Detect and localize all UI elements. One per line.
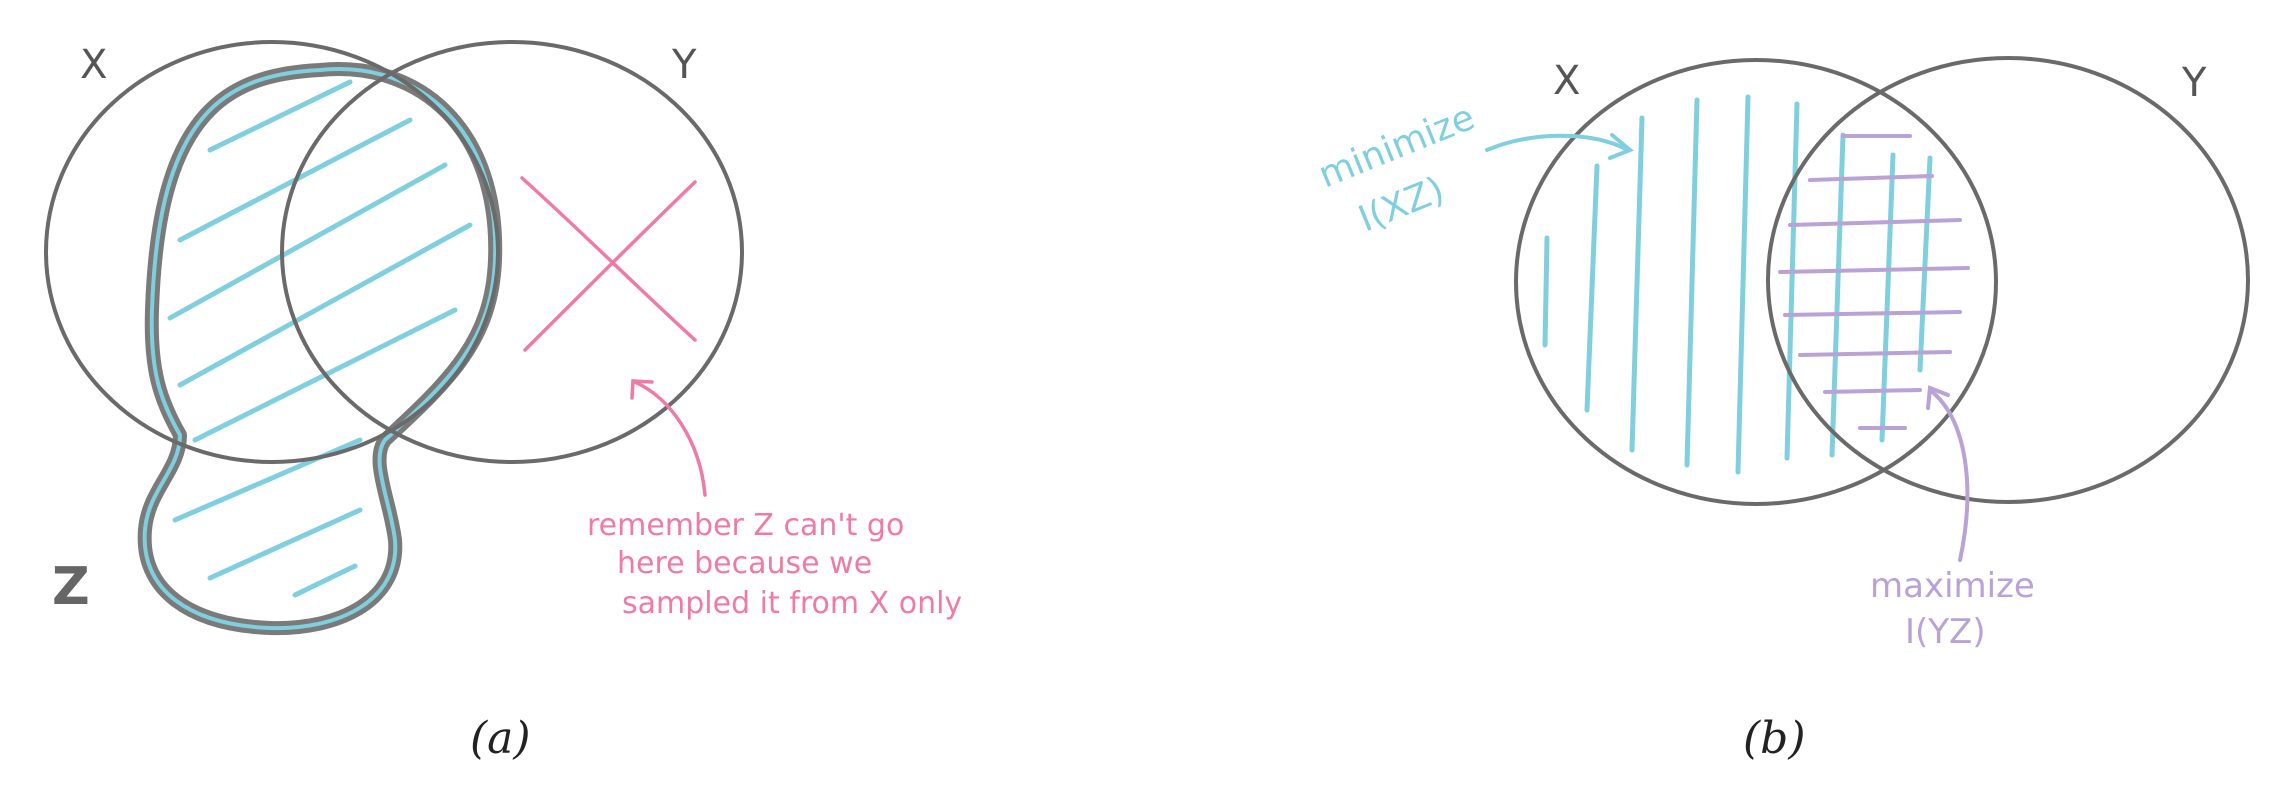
set-x-label-b: X — [1553, 58, 1580, 104]
panel-b: X Y minimize I(XZ) maximize I(YZ) (b) — [1313, 56, 2250, 764]
z-hatching — [167, 79, 473, 598]
set-y-label: Y — [671, 42, 697, 88]
maximize-label: maximize — [1870, 566, 2035, 606]
minimize-label: minimize — [1313, 97, 1480, 196]
forbidden-cross-mark — [520, 176, 697, 352]
note-line-3: sampled it from X only — [622, 586, 962, 621]
minimize-annotation: minimize I(XZ) — [1313, 97, 1634, 240]
z-blob-shadow — [137, 62, 503, 636]
set-y-label-b: Y — [2181, 60, 2207, 106]
intersection-hatching — [1778, 134, 1970, 430]
note-arrow — [630, 379, 707, 497]
z-blob-outline — [142, 67, 498, 631]
note-line-1: remember Z can't go — [587, 508, 904, 543]
venn-diagram-figure: X Y Z remember Z can't go here because w… — [44, 40, 2250, 764]
minimize-arrow — [1485, 133, 1630, 152]
set-x-label: X — [80, 42, 107, 88]
caption-b: (b) — [1743, 713, 1806, 764]
panel-a: X Y Z remember Z can't go here because w… — [44, 40, 962, 764]
x-hatching — [1542, 94, 1933, 475]
caption-a: (a) — [470, 713, 531, 764]
note-line-2: here because we — [617, 546, 872, 581]
set-y-circle — [280, 40, 744, 464]
maximize-term: I(YZ) — [1905, 612, 1986, 652]
set-z-label: Z — [52, 557, 90, 617]
